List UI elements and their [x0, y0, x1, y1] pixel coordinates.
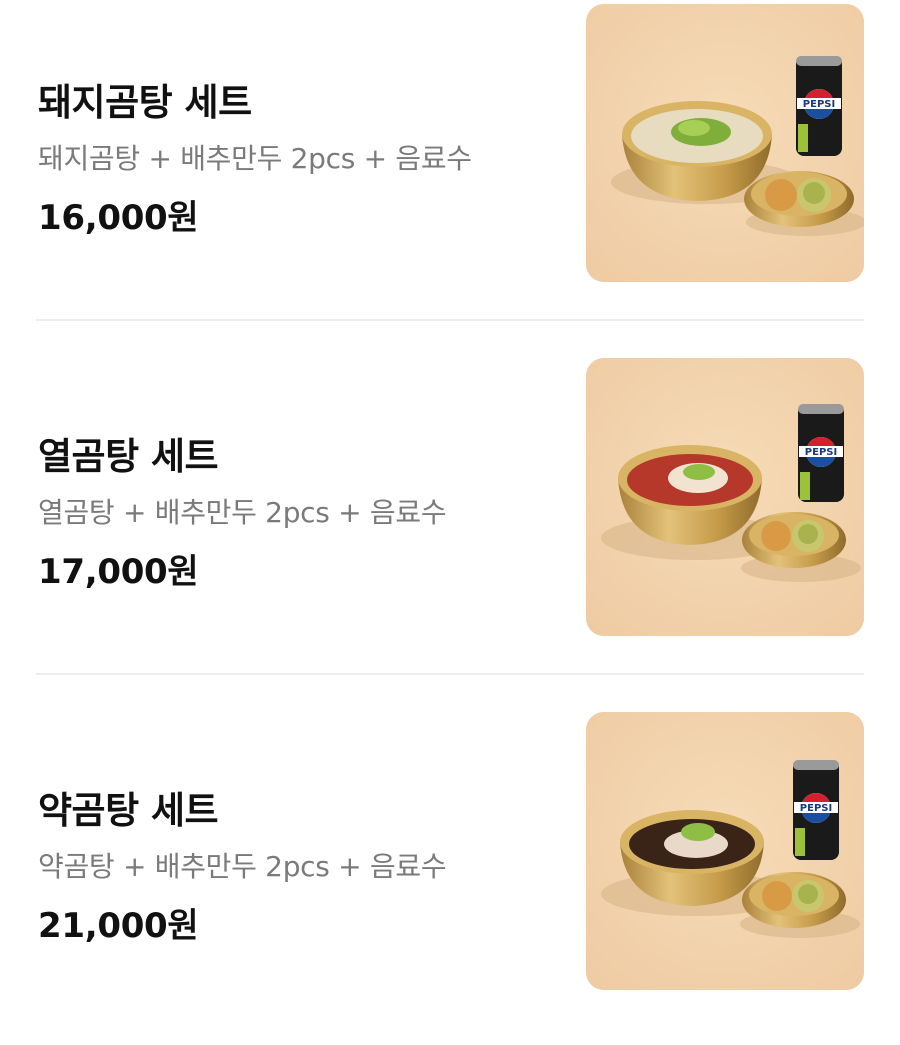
menu-item-photo[interactable]: PEPSI [586, 4, 864, 282]
soda-can-icon: PEPSI [798, 404, 844, 502]
menu-item-photo[interactable]: PEPSI [586, 358, 864, 636]
menu-item-description: 약곰탕 + 배추만두 2pcs + 음료수 [38, 850, 447, 883]
svg-text:PEPSI: PEPSI [803, 99, 835, 110]
menu-divider [36, 673, 864, 675]
dumpling-plate-icon [744, 171, 854, 227]
menu-list: 돼지곰탕 세트 돼지곰탕 + 배추만두 2pcs + 음료수 16,000원 P… [0, 0, 900, 1045]
menu-item-name: 돼지곰탕 세트 [38, 81, 252, 124]
menu-item-price: 17,000원 [38, 552, 199, 592]
menu-item-price: 16,000원 [38, 198, 199, 238]
menu-item-yeol-gomtang-set[interactable]: 열곰탕 세트 열곰탕 + 배추만두 2pcs + 음료수 17,000원 PEP… [36, 358, 864, 638]
menu-item-photo[interactable]: PEPSI [586, 712, 864, 990]
menu-item-description: 열곰탕 + 배추만두 2pcs + 음료수 [38, 496, 447, 529]
menu-item-price: 21,000원 [38, 906, 199, 946]
menu-item-name: 열곰탕 세트 [38, 435, 219, 478]
dumpling-plate-icon [742, 872, 846, 928]
menu-item-text: 돼지곰탕 세트 돼지곰탕 + 배추만두 2pcs + 음료수 16,000원 [38, 4, 558, 284]
dumpling-plate-icon [742, 512, 846, 568]
menu-item-name: 약곰탕 세트 [38, 789, 219, 832]
food-photo-illustration: PEPSI [586, 4, 864, 282]
food-photo-illustration: PEPSI [586, 358, 864, 636]
menu-item-text: 열곰탕 세트 열곰탕 + 배추만두 2pcs + 음료수 17,000원 [38, 358, 558, 638]
menu-item-text: 약곰탕 세트 약곰탕 + 배추만두 2pcs + 음료수 21,000원 [38, 712, 558, 992]
menu-item-description: 돼지곰탕 + 배추만두 2pcs + 음료수 [38, 142, 472, 175]
soda-can-icon: PEPSI [793, 760, 839, 860]
menu-item-yak-gomtang-set[interactable]: 약곰탕 세트 약곰탕 + 배추만두 2pcs + 음료수 21,000원 PEP… [36, 712, 864, 992]
svg-text:PEPSI: PEPSI [805, 447, 837, 458]
food-photo-illustration: PEPSI [586, 712, 864, 990]
menu-divider [36, 319, 864, 321]
soda-can-icon: PEPSI [796, 56, 842, 156]
menu-item-dwaeji-gomtang-set[interactable]: 돼지곰탕 세트 돼지곰탕 + 배추만두 2pcs + 음료수 16,000원 P… [36, 4, 864, 284]
svg-text:PEPSI: PEPSI [800, 803, 832, 814]
